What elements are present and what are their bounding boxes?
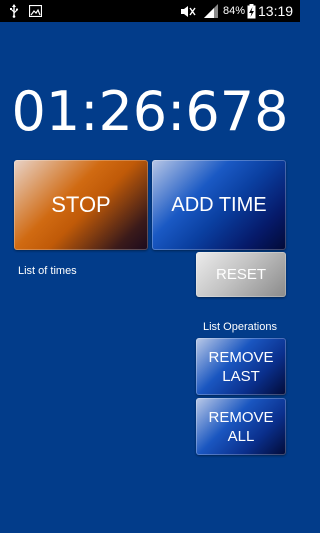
- stop-button[interactable]: STOP: [14, 160, 148, 250]
- timer-display: 01:26:678: [11, 80, 289, 143]
- status-bar: 84% 13:19: [0, 0, 300, 22]
- remove-last-button[interactable]: REMOVE LAST: [196, 338, 286, 395]
- list-of-times-label: List of times: [18, 265, 77, 277]
- image-icon: [28, 3, 42, 19]
- signal-icon: [203, 3, 219, 19]
- list-operations-label: List Operations: [203, 321, 277, 333]
- usb-icon: [8, 3, 20, 19]
- battery-percent: 84%: [223, 5, 246, 17]
- remove-all-button[interactable]: REMOVE ALL: [196, 398, 286, 455]
- status-time: 13:19: [258, 3, 294, 19]
- reset-button[interactable]: RESET: [196, 252, 286, 297]
- mute-icon: [179, 3, 197, 19]
- add-time-button[interactable]: ADD TIME: [152, 160, 286, 250]
- battery-charging-icon: [246, 3, 256, 19]
